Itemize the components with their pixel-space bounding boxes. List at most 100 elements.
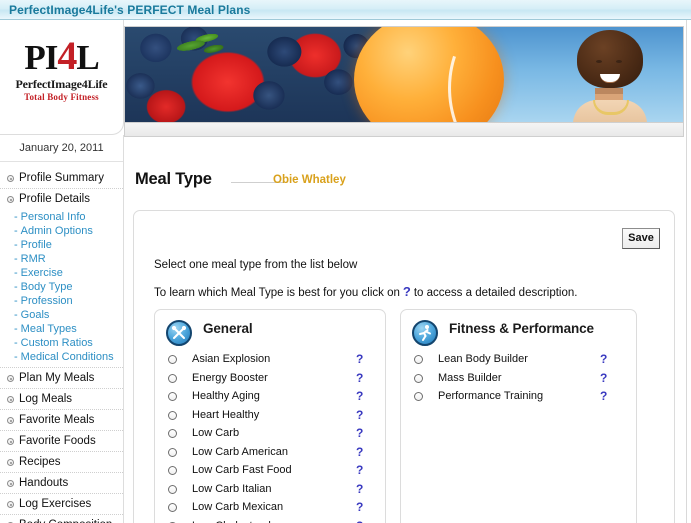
radio-low-carb-mexican[interactable] [168,503,177,512]
sidebar-item-favorite-foods[interactable]: Favorite Foods [0,431,123,452]
radio-lean-body-builder[interactable] [414,355,423,364]
sidebar-item-log-meals[interactable]: Log Meals [0,389,123,410]
help-icon[interactable]: ? [356,424,363,443]
portrait-eye-right [616,60,622,63]
radio-energy-booster[interactable] [168,373,177,383]
sidebar-item-label: Plan My Meals [19,372,95,384]
banner-bottom-strip [124,123,684,137]
sidebar-subitem-label: Goals [20,309,50,321]
option-label: Mass Builder [438,371,502,384]
logo-tagline: Total Body Fitness [24,92,99,102]
sidebar-subitem-label: Exercise [20,267,63,279]
help-icon[interactable]: ? [356,461,363,480]
option-label: Performance Training [438,390,544,402]
radio-low-carb[interactable] [168,429,177,438]
scroll-gutter[interactable] [686,20,691,523]
sidebar-item-admin-options[interactable]: - Admin Options [0,224,123,238]
option-row[interactable]: Energy Booster ? [155,369,385,388]
sidebar-item-label: Favorite Meals [19,414,95,426]
help-icon[interactable]: ? [356,350,363,369]
sidebar-item-label: Favorite Foods [19,435,96,447]
dash-icon: - [14,281,18,293]
option-label: Low Carb Mexican [192,501,284,513]
option-row[interactable]: Low Carb American ? [155,443,385,462]
sidebar-item-rmr[interactable]: - RMR [0,252,123,266]
category-general: General Asian Explosion ? Energy Booster… [154,309,386,523]
help-icon[interactable]: ? [600,387,607,406]
sidebar-date: January 20, 2011 [0,135,123,162]
sidebar-item-medical-conditions[interactable]: - Medical Conditions [0,350,123,364]
category-fitness-performance: Fitness & Performance Lean Body Builder … [400,309,637,523]
option-row[interactable]: Low Carb Mexican ? [155,498,385,517]
option-row[interactable]: Low Carb ? [155,424,385,443]
help-icon[interactable]: ? [356,387,363,406]
help-icon[interactable]: ? [356,498,363,517]
help-icon[interactable]: ? [356,406,363,425]
sidebar-item-recipes[interactable]: Recipes [0,452,123,473]
radio-low-carb-fast-food[interactable] [168,466,177,475]
radio-performance-training[interactable] [414,392,423,401]
sidebar-item-label: Recipes [19,456,61,468]
option-row[interactable]: Heart Healthy ? [155,406,385,425]
sidebar-item-personal-info[interactable]: - Personal Info [0,210,123,224]
category-general-header: General [155,310,385,350]
radio-heart-healthy[interactable] [168,410,177,420]
radio-low-carb-american[interactable] [168,447,177,457]
bullet-icon [7,459,14,466]
main-content: Meal Type Obie Whatley Save Select one m… [125,138,684,523]
option-row[interactable]: Healthy Aging ? [155,387,385,406]
dash-icon: - [14,239,18,251]
dash-icon: - [14,267,18,279]
option-row[interactable]: Low Carb Fast Food ? [155,461,385,480]
help-icon[interactable]: ? [600,369,607,388]
sidebar-item-custom-ratios[interactable]: - Custom Ratios [0,336,123,350]
application-window: PerfectImage4Life's PERFECT Meal Plans P… [0,0,691,523]
option-label: Low Carb Italian [192,482,272,495]
help-icon[interactable]: ? [600,350,607,369]
option-row[interactable]: Mass Builder ? [401,369,636,388]
sidebar: January 20, 2011 Profile Summary Profile… [0,135,124,523]
sidebar-item-handouts[interactable]: Handouts [0,473,123,494]
radio-healthy-aging[interactable] [168,392,177,401]
logo-subtitle: PerfectImage4Life [15,77,108,91]
sidebar-item-favorite-meals[interactable]: Favorite Meals [0,410,123,431]
instruction-select-one: Select one meal type from the list below [154,259,358,271]
sidebar-item-goals[interactable]: - Goals [0,308,123,322]
radio-mass-builder[interactable] [414,373,423,383]
option-row[interactable]: Low Carb Italian ? [155,480,385,499]
option-row[interactable]: Lean Body Builder ? [401,350,636,369]
sidebar-item-meal-types[interactable]: - Meal Types [0,322,123,336]
help-icon[interactable]: ? [356,480,363,499]
sidebar-item-exercise[interactable]: - Exercise [0,266,123,280]
page-title: Meal Type [135,170,212,188]
sidebar-item-profile-details[interactable]: Profile Details [0,189,123,210]
option-row[interactable]: Performance Training ? [401,387,636,406]
category-fitness-options: Lean Body Builder ? Mass Builder ? Perfo… [401,350,636,406]
option-row[interactable]: Low Cholesterol ? [155,517,385,523]
help-icon[interactable]: ? [356,517,363,523]
sidebar-item-label: Profile Details [19,193,90,205]
sidebar-item-profile-summary[interactable]: Profile Summary [0,168,123,189]
sidebar-item-log-exercises[interactable]: Log Exercises [0,494,123,515]
help-icon[interactable]: ? [356,369,363,388]
save-button[interactable]: Save [622,228,660,249]
client-name: Obie Whatley [273,174,346,186]
sidebar-item-plan-my-meals[interactable]: Plan My Meals [0,368,123,389]
sidebar-item-body-type[interactable]: - Body Type [0,280,123,294]
help-icon[interactable]: ? [356,443,363,462]
option-label: Heart Healthy [192,408,260,421]
dash-icon: - [14,309,18,321]
option-row[interactable]: Asian Explosion ? [155,350,385,369]
sidebar-item-body-composition[interactable]: Body Composition [0,515,123,523]
radio-asian-explosion[interactable] [168,355,177,364]
sidebar-item-profile[interactable]: - Profile [0,238,123,252]
sidebar-item-profession[interactable]: - Profession [0,294,123,308]
sidebar-item-label: Handouts [19,477,69,489]
radio-low-carb-italian[interactable] [168,484,177,494]
sidebar-subitem-label: RMR [20,253,46,265]
site-logo[interactable]: PI4L PerfectImage4Life Total Body Fitnes… [0,20,124,135]
instruction-help-text-before: To learn which Meal Type is best for you… [154,287,400,299]
dash-icon: - [14,351,18,363]
banner-fruit-berries [125,27,382,122]
sidebar-subitem-label: Medical Conditions [20,351,114,363]
